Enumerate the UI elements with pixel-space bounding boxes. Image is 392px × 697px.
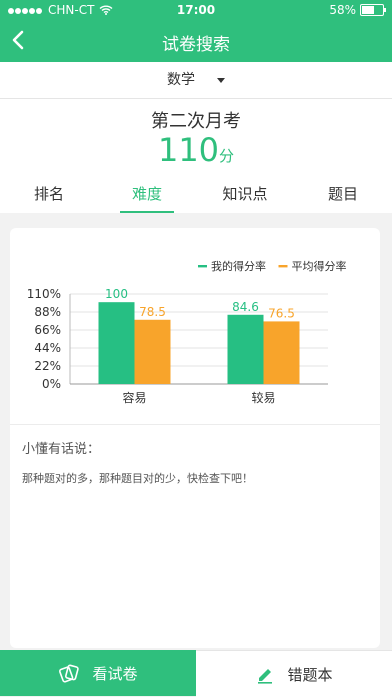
wrong-book-button[interactable]: 错题本	[196, 650, 392, 697]
status-right: 58%	[329, 3, 386, 17]
analysis-card: 0% 22% 44% 66% 88% 110% 容易 100 78.5 较易 84.6 76.5 我的得…	[10, 228, 380, 648]
subject-label: 数学	[167, 72, 195, 88]
y-tick-label: 110%	[28, 287, 61, 301]
exam-summary: 第二次月考 110分 排名 难度 知识点 题目	[0, 99, 392, 213]
battery-percent: 58%	[329, 3, 356, 17]
x-tick-label: 较易	[251, 390, 275, 405]
tip-body: 那种题对的多，那种题目对的少，快检查下吧！	[22, 472, 253, 485]
tab-bar: 排名 难度 知识点 题目	[0, 179, 392, 213]
y-tick-label: 0%	[42, 377, 61, 391]
bottom-bar: 看试卷 错题本	[0, 650, 392, 697]
difficulty-bar-chart: 0% 22% 44% 66% 88% 110% 容易 100 78.5 较易 84.6 76.5 我的得…	[28, 242, 370, 422]
view-paper-label: 看试卷	[92, 664, 138, 683]
y-tick-label: 88%	[34, 305, 61, 319]
divider	[10, 424, 380, 425]
bar	[263, 321, 300, 384]
tip-title: 小懂有话说：	[22, 442, 101, 457]
bar	[98, 302, 135, 384]
y-tick-label: 22%	[34, 359, 61, 373]
pencil-icon	[258, 669, 273, 684]
legend-label: 我的得分率	[211, 259, 266, 273]
exam-name: 第二次月考	[151, 111, 241, 132]
exam-score: 110分	[0, 131, 392, 169]
papers-icon	[59, 664, 80, 683]
tab-knowledge[interactable]: 知识点	[196, 179, 294, 213]
bar	[227, 314, 264, 384]
data-label: 84.6	[232, 300, 259, 314]
y-tick-label: 66%	[34, 323, 61, 337]
header: CHN-CT 17:00 58% 试卷搜索	[0, 0, 392, 62]
data-label: 76.5	[268, 306, 295, 320]
wrong-book-label: 错题本	[287, 665, 333, 684]
tab-rank[interactable]: 排名	[0, 179, 98, 213]
bar	[134, 319, 171, 384]
legend-label: 平均得分率	[292, 259, 347, 273]
legend-swatch	[198, 265, 207, 268]
x-tick-label: 容易	[122, 390, 146, 405]
tab-difficulty[interactable]: 难度	[98, 179, 196, 213]
chevron-down-icon	[217, 77, 225, 83]
y-tick-label: 44%	[34, 341, 61, 355]
status-bar: CHN-CT 17:00 58%	[0, 0, 392, 20]
score-unit: 分	[219, 147, 235, 165]
data-label: 78.5	[139, 305, 166, 319]
view-paper-button[interactable]: 看试卷	[0, 650, 196, 696]
score-value: 110	[157, 131, 220, 169]
subject-selector[interactable]: 数学	[0, 62, 392, 99]
legend-swatch	[278, 265, 288, 268]
tab-questions[interactable]: 题目	[294, 179, 392, 213]
data-label: 100	[105, 287, 128, 301]
battery-icon	[360, 4, 386, 16]
page-title: 试卷搜索	[162, 35, 230, 55]
